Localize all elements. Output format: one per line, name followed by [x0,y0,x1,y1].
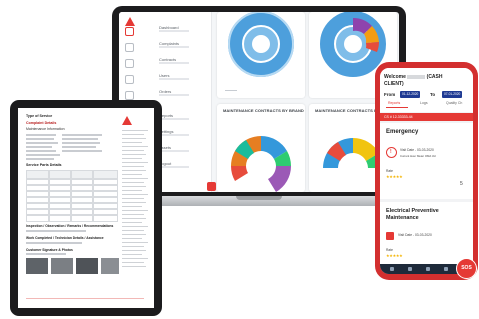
to-label: To [430,92,436,97]
user-icon[interactable] [444,267,448,271]
rating-count: 5 [460,181,463,187]
site-photo[interactable] [76,258,98,274]
alert-icon: ! [386,147,397,158]
sos-button[interactable]: SOS [456,258,477,279]
phone-screen: Welcome (CASH CLIENT) From 01-12-2020 To… [380,68,473,274]
tool-icon [386,232,394,240]
visit-date: Visit Date - 03-03-2020 [400,148,434,152]
card-title: Electrical Preventive [386,208,439,214]
doc-logo [122,116,132,125]
tab-logs[interactable]: Logs [420,101,428,105]
site-photo[interactable] [26,258,48,274]
inspection-heading: Inspection / Observation / Remarks / Rec… [26,224,114,228]
to-date-input[interactable]: 07-01-2020 [442,91,463,98]
tablet-screen: Type of Service Complaint Details Mainte… [18,108,154,308]
sidebar-item-complaints[interactable]: Complaints [125,40,209,56]
status-text: Current Hour Meter OMA Vol [400,154,436,158]
rate-label: Rate [386,248,393,252]
add-button[interactable] [207,182,216,191]
complaint-details-heading: Complaint Details [26,121,57,125]
laptop-notch [236,196,282,200]
list-icon [125,43,134,52]
maintenance-info-heading: Maintenance Information [26,127,65,131]
work-completed-heading: Work Completed / Technician Details / As… [26,236,104,240]
sidebar-item-dashboard[interactable]: Dashboard [125,24,209,40]
active-tab-indicator [386,107,408,108]
home-icon [125,27,134,36]
sidebar-item-contracts[interactable]: Contracts [125,56,209,72]
complaint-number-bar: CS # 12-33333-44 [380,113,473,121]
complaint-card-electrical[interactable]: Electrical Preventive Maintenance Visit … [380,202,473,264]
complaint-card-emergency[interactable]: Emergency ! Visit Date - 03-03-2020 Curr… [380,123,473,199]
home-icon[interactable] [390,267,394,271]
site-photo[interactable] [101,258,119,274]
rating-stars: ★★★★★ [386,174,403,179]
chart-legend-line [225,86,237,91]
user-icon [125,75,134,84]
table-heading: Service Parts Details [26,163,62,167]
cart-icon [125,91,134,100]
site-photo[interactable] [51,258,73,274]
doc-title: Type of Service [26,114,53,118]
sidebar-item-users[interactable]: Users [125,72,209,88]
card-title: Emergency [386,129,419,135]
donut-chart-3 [230,136,292,192]
chart-card-3[interactable]: MAINTENANCE CONTRACTS BY BRAND [217,104,305,192]
from-label: From [384,92,396,97]
visit-date: Visit Date - 03-03-2020 [398,233,432,237]
card-title-line2: Maintenance [386,215,419,221]
list-icon[interactable] [408,267,412,271]
table-row [26,214,118,222]
from-date-input[interactable]: 01-12-2020 [400,91,421,98]
rate-label: Rate [386,169,393,173]
client-type: CLIENT) [384,81,404,87]
welcome-text: Welcome (CASH [384,74,443,80]
phone-header: Welcome (CASH CLIENT) From 01-12-2020 To… [380,68,473,112]
rating-stars: ★★★★★ [386,253,403,258]
document-icon [125,59,134,68]
chart-icon[interactable] [426,267,430,271]
tab-quality-check[interactable]: Quality Ch [446,101,462,105]
chart-card-1[interactable] [217,12,305,98]
tab-reports[interactable]: Reports [388,101,400,105]
photos-heading: Customer Signature & Photos [26,248,73,252]
